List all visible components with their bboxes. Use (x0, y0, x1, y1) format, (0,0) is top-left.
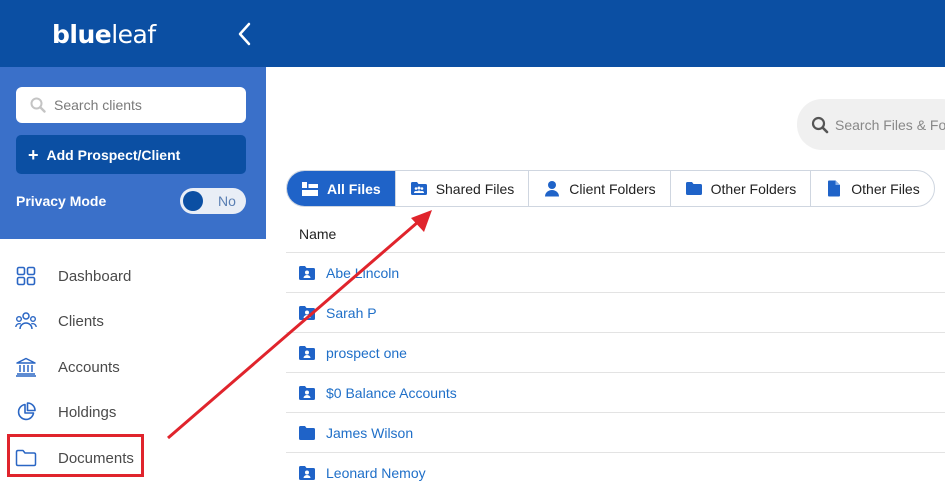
add-prospect-client-label: Add Prospect/Client (46, 146, 181, 163)
file-name: Abe Lincoln (326, 264, 400, 281)
search-clients-input[interactable] (54, 97, 224, 113)
table-row[interactable]: $0 Balance Accounts (286, 372, 945, 412)
tab-label: Other Files (851, 180, 920, 197)
tab-label: Shared Files (435, 180, 515, 197)
tab-label: Other Folders (710, 180, 797, 197)
search-clients-field[interactable] (16, 87, 246, 123)
tab-other-files[interactable]: Other Files (811, 171, 933, 206)
top-bar: blueleaf (0, 0, 945, 67)
client-folder-icon (299, 345, 315, 360)
tab-label: All Files (327, 180, 381, 197)
folder-icon (685, 180, 703, 198)
blueleaf-logo[interactable]: blueleaf (52, 20, 156, 49)
sidebar-item-label: Dashboard (58, 267, 132, 285)
dashboard-grid-icon (14, 264, 38, 288)
toggle-knob (183, 191, 203, 211)
sidebar-item-clients[interactable]: Clients (14, 309, 104, 333)
file-name: $0 Balance Accounts (326, 384, 457, 401)
tab-shared-files[interactable]: Shared Files (396, 171, 530, 206)
name-column-header[interactable]: Name (299, 226, 336, 242)
person-icon (543, 180, 561, 198)
bank-icon (14, 355, 38, 379)
file-name: James Wilson (326, 424, 414, 441)
file-name: Leonard Nemoy (326, 464, 426, 481)
sidebar-item-label: Holdings (58, 403, 117, 421)
tab-client-folders[interactable]: Client Folders (529, 171, 671, 206)
client-folder-icon (299, 265, 315, 280)
search-icon (30, 97, 46, 113)
pie-chart-icon (14, 400, 38, 424)
sidebar-item-accounts[interactable]: Accounts (14, 355, 120, 379)
tab-other-folders[interactable]: Other Folders (671, 171, 812, 206)
client-folder-icon (299, 305, 315, 320)
client-folder-icon (299, 385, 315, 400)
file-name: Sarah P (326, 304, 377, 321)
client-folder-icon (299, 465, 315, 480)
table-row[interactable]: James Wilson (286, 412, 945, 452)
privacy-mode-toggle[interactable]: No (180, 188, 246, 214)
table-row[interactable]: Sarah P (286, 292, 945, 332)
privacy-mode-value: No (218, 193, 236, 209)
sidebar-item-dashboard[interactable]: Dashboard (14, 264, 131, 288)
all-files-icon (301, 180, 319, 198)
table-row[interactable]: prospect one (286, 332, 945, 372)
file-name: prospect one (326, 344, 407, 361)
search-icon (811, 116, 829, 133)
privacy-mode-label: Privacy Mode (16, 193, 107, 209)
plus-icon: + (28, 144, 39, 165)
documents-highlight-annotation (7, 434, 144, 477)
file-icon (825, 180, 843, 198)
folder-icon (299, 425, 315, 440)
search-files-field[interactable] (797, 99, 945, 150)
sidebar-panel: + Add Prospect/Client Privacy Mode No (0, 67, 266, 239)
clients-icon (14, 309, 38, 333)
collapse-sidebar-icon[interactable] (234, 20, 256, 48)
sidebar-item-label: Accounts (58, 358, 120, 376)
add-prospect-client-button[interactable]: + Add Prospect/Client (16, 135, 246, 174)
shared-folder-icon (410, 180, 428, 198)
tab-label: Client Folders (569, 180, 656, 197)
table-row[interactable]: Abe Lincoln (286, 252, 945, 292)
sidebar-item-holdings[interactable]: Holdings (14, 400, 116, 424)
tab-all-files[interactable]: All Files (287, 171, 396, 206)
sidebar-item-label: Clients (58, 312, 104, 330)
search-files-input[interactable] (835, 116, 945, 133)
table-row[interactable]: Leonard Nemoy (286, 452, 945, 492)
file-filter-tabs: All Files Shared Files Client Folders Ot… (286, 170, 935, 207)
